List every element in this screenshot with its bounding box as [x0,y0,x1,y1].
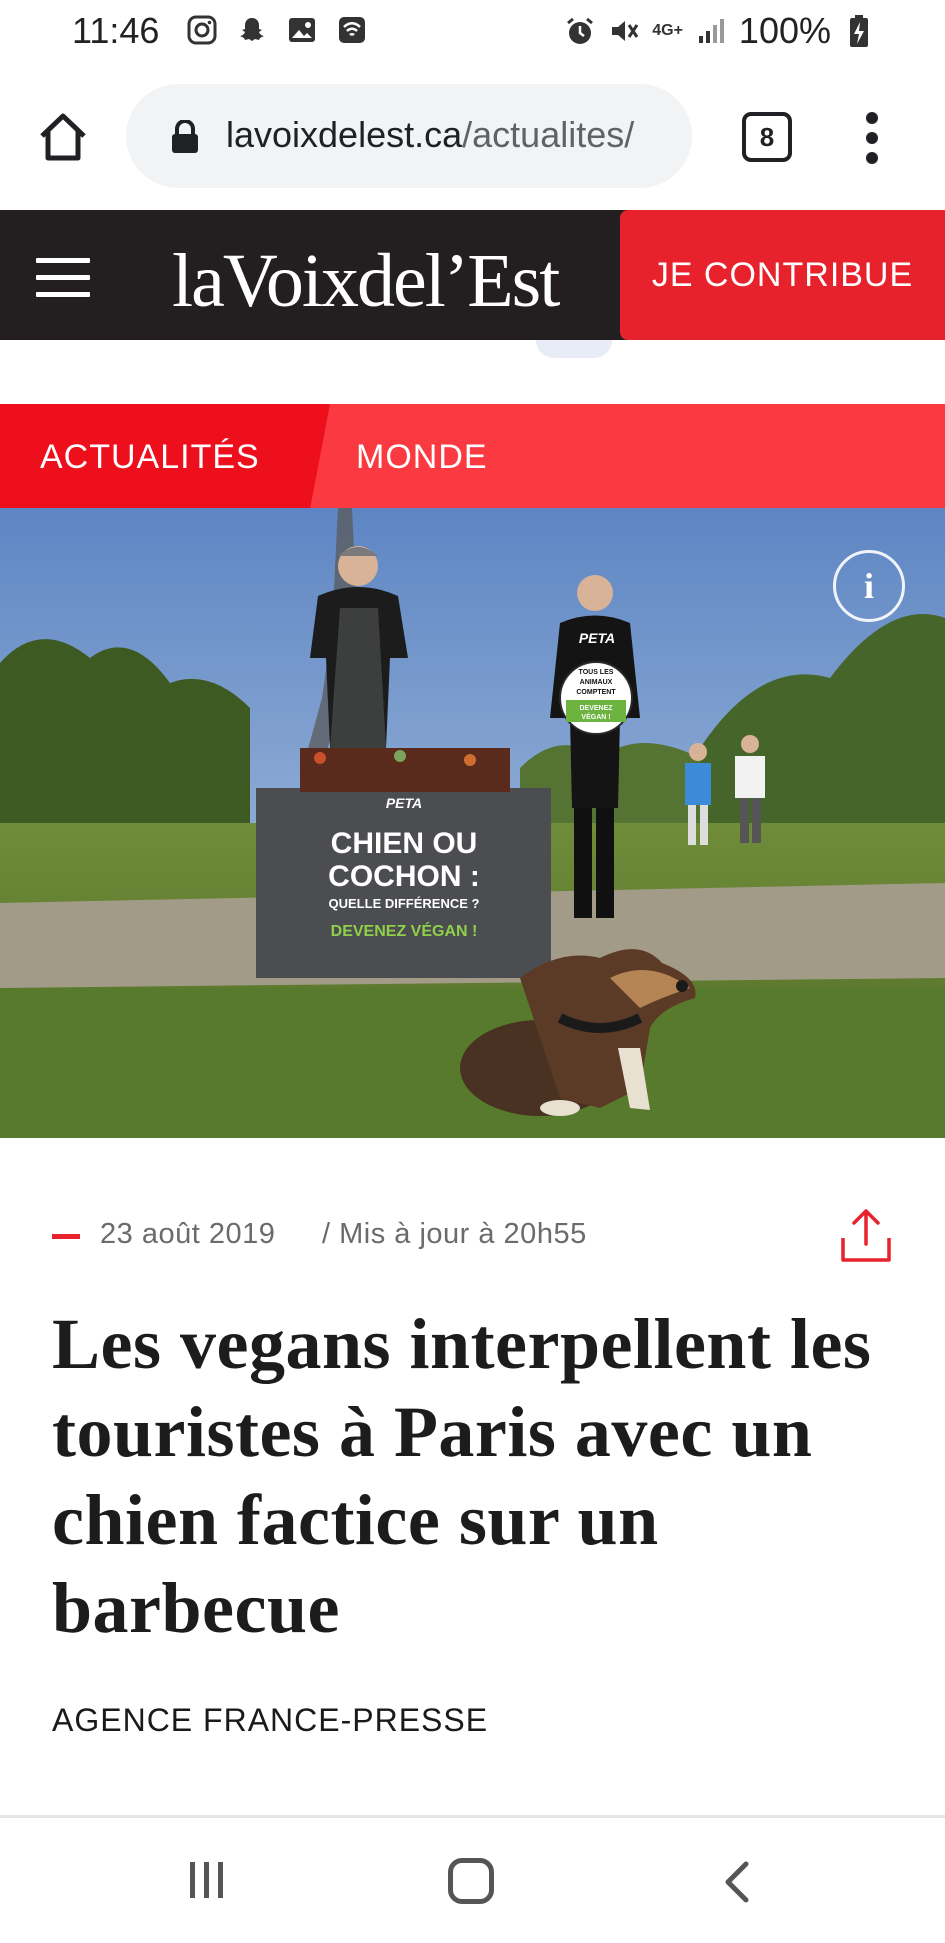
menu-icon[interactable] [36,258,90,298]
url-domain: lavoixdelest.ca [226,114,463,155]
placard-line-2: ANIMAUX [580,679,613,686]
article-meta: 23 août 2019 / Mis à jour à 20h55 [52,1209,902,1262]
article-photo: PETA CHIEN OU COCHON : QUELLE DIFFÉRENCE… [0,508,945,1138]
image-info-button[interactable]: i [833,550,905,622]
site-header: laVoixdel’Est JE CONTRIBUE [0,210,945,340]
hidden-pill [536,340,612,358]
browser-menu-button[interactable] [862,110,882,166]
status-bar: 11:46 4G+ 100% [0,0,945,62]
instagram-icon [186,14,218,46]
gallery-icon [286,14,318,46]
sign-line-3: QUELLE DIFFÉRENCE ? [329,896,480,911]
lock-icon [172,120,198,153]
network-type: 4G+ [652,22,683,39]
more-vert-icon [866,112,878,164]
share-icon [841,1209,891,1262]
section-tab-actualites[interactable]: ACTUALITÉS [40,438,260,477]
snapchat-icon [236,14,268,46]
url-path: /actualites/ [462,114,635,155]
hidden-content-strip [0,340,945,404]
battery-percent: 100% [738,10,831,51]
article-byline[interactable]: AGENCE FRANCE-PRESSE [52,1702,488,1739]
home-button[interactable] [36,110,90,164]
status-time: 11:46 [72,10,160,51]
battery-charging-icon [843,15,875,47]
wifi-calling-icon [336,14,368,46]
sign-brand: PETA [386,795,422,811]
tab-switcher-button[interactable]: 8 [742,112,792,162]
browser-toolbar: lavoixdelest.ca/actualites/ 8 [0,62,945,210]
mute-icon [608,15,640,47]
back-button[interactable] [722,1860,752,1904]
article-date: 23 août 2019 [100,1218,276,1250]
sign-line-2: COCHON : [328,860,480,893]
article-headline: Les vegans interpellent les touristes à … [52,1304,872,1648]
site-logo[interactable]: laVoixdel’Est [172,238,560,325]
alarm-icon [564,15,596,47]
signal-icon [695,15,727,47]
section-tab-monde[interactable]: MONDE [356,438,488,477]
contribute-button[interactable]: JE CONTRIBUE [620,210,945,340]
placard-line-4: DEVENEZ [579,705,613,712]
hero-image: PETA CHIEN OU COCHON : QUELLE DIFFÉRENCE… [0,508,945,1138]
shirt-text: PETA [579,630,615,646]
placard-line-3: COMPTENT [576,689,616,696]
recents-icon [190,1862,223,1898]
address-bar[interactable]: lavoixdelest.ca/actualites/ [126,84,692,188]
home-icon [40,113,86,161]
system-status: 4G+ 100% [564,10,875,52]
system-navigation-bar [0,1818,945,1943]
article-updated: / Mis à jour à 20h55 [322,1218,587,1250]
url-text: lavoixdelest.ca/actualites/ [226,114,634,156]
recents-button[interactable] [186,1860,228,1900]
sign-line-1: CHIEN OU [331,827,478,860]
placard-line-5: VÉGAN ! [581,712,610,721]
share-button[interactable] [838,1206,894,1264]
sign-line-4: DEVENEZ VÉGAN ! [331,921,478,940]
back-chevron-icon [725,1861,749,1903]
home-nav-button[interactable] [448,1858,494,1904]
placard-line-1: TOUS LES [579,669,614,676]
meta-accent [52,1234,80,1239]
notification-icons [186,14,368,46]
section-nav: ACTUALITÉS MONDE [0,404,945,508]
